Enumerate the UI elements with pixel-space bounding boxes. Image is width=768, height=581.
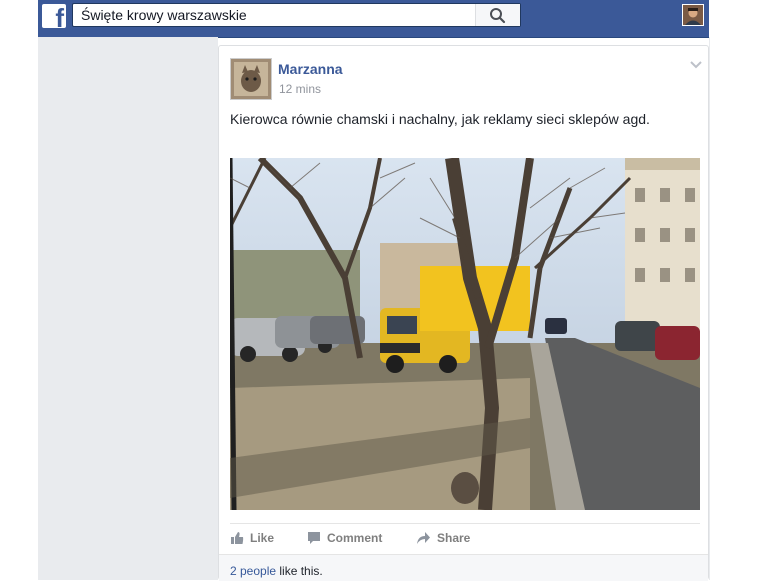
like-button[interactable]: Like <box>230 531 274 545</box>
likes-summary: 2 people like this. <box>230 564 323 578</box>
share-icon <box>417 532 430 544</box>
share-label: Share <box>437 531 471 545</box>
right-gutter <box>709 37 710 580</box>
likes-suffix: like this. <box>276 564 323 578</box>
thumbs-up-icon <box>231 532 244 544</box>
share-button[interactable]: Share <box>416 531 470 545</box>
facebook-logo-icon[interactable]: f <box>42 4 66 28</box>
post-actions-bar: Like Comment Share <box>230 523 700 556</box>
comment-icon <box>308 532 320 544</box>
top-navigation-bar: f Święte krowy warszawskie <box>38 0 709 38</box>
post-card: Marzanna 12 mins Kierowca równie chamski… <box>218 45 709 581</box>
chevron-down-icon[interactable] <box>689 60 703 70</box>
comment-label: Comment <box>327 531 383 545</box>
post-timestamp[interactable]: 12 mins <box>279 82 321 96</box>
post-author-name[interactable]: Marzanna <box>278 61 343 77</box>
profile-avatar-icon[interactable] <box>682 4 704 26</box>
left-sidebar-area <box>38 37 218 580</box>
search-box: Święte krowy warszawskie <box>72 3 521 27</box>
search-button[interactable] <box>475 4 520 26</box>
search-input[interactable]: Święte krowy warszawskie <box>81 7 247 23</box>
post-photo[interactable] <box>230 158 700 510</box>
likes-summary-bar: 2 people like this. <box>219 554 708 581</box>
post-text: Kierowca równie chamski i nachalny, jak … <box>230 111 650 127</box>
likes-people-link[interactable]: 2 people <box>230 564 276 578</box>
search-icon <box>490 8 506 24</box>
comment-button[interactable]: Comment <box>307 531 382 545</box>
author-avatar[interactable] <box>230 58 272 100</box>
like-label: Like <box>250 531 275 545</box>
